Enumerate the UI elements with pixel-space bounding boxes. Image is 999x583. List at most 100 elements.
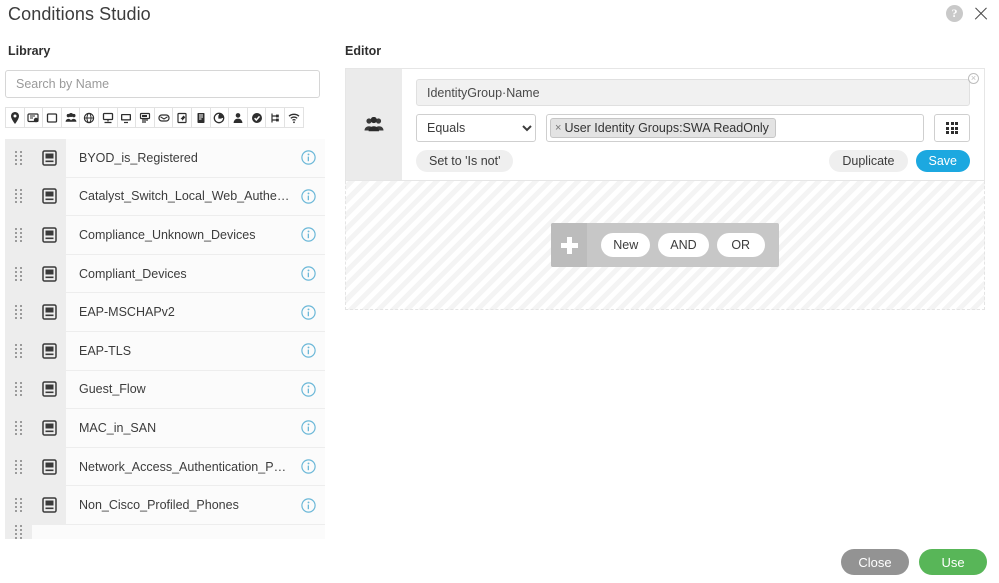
condition-doc-icon xyxy=(41,265,57,282)
library-list-item[interactable]: Guest_Flow xyxy=(5,370,325,410)
drag-handle-icon[interactable] xyxy=(5,139,32,177)
monitor-icon[interactable] xyxy=(116,107,137,128)
info-icon[interactable] xyxy=(291,382,325,397)
remove-condition-icon[interactable]: × xyxy=(968,73,979,84)
person-identity-icon[interactable] xyxy=(228,107,248,128)
save-button[interactable]: Save xyxy=(915,150,970,172)
info-icon[interactable] xyxy=(291,304,325,320)
drag-handle-icon[interactable] xyxy=(5,293,32,331)
search-input[interactable] xyxy=(5,70,320,98)
drag-handle-icon[interactable] xyxy=(5,216,32,254)
printer-icon[interactable] xyxy=(135,107,155,128)
library-item-label: Compliant_Devices xyxy=(79,266,187,281)
drag-handle-icon[interactable] xyxy=(5,486,32,524)
condition-doc-icon xyxy=(32,254,66,293)
condition-doc-icon xyxy=(32,139,66,177)
envelope-mail-icon[interactable] xyxy=(153,107,174,128)
grip-dots xyxy=(15,459,22,474)
document-note-icon[interactable] xyxy=(172,107,192,128)
condition-doc-icon xyxy=(32,486,66,524)
wifi-signal-icon[interactable] xyxy=(283,107,304,128)
close-icon[interactable] xyxy=(972,5,989,22)
library-list-item[interactable]: EAP-MSCHAPv2 xyxy=(5,293,325,332)
info-icon[interactable] xyxy=(291,189,325,204)
info-icon[interactable] xyxy=(291,227,325,243)
info-icon[interactable] xyxy=(291,420,325,436)
duplicate-button[interactable]: Duplicate xyxy=(829,150,908,172)
device-registration-icon[interactable] xyxy=(23,107,44,128)
close-button[interactable]: Close xyxy=(841,549,909,575)
add-option-or[interactable]: OR xyxy=(716,233,765,257)
add-option-new[interactable]: New xyxy=(601,233,651,257)
square-outline-icon[interactable] xyxy=(42,107,62,128)
library-list-item[interactable]: Compliance_Unknown_Devices xyxy=(5,216,325,255)
editor-heading: Editor xyxy=(345,44,382,58)
use-button[interactable]: Use xyxy=(919,549,987,575)
drag-handle-icon[interactable] xyxy=(5,254,32,293)
drag-handle-icon[interactable] xyxy=(5,524,32,539)
library-panel: BYOD_is_Registered Catalyst_Switch_Local_… xyxy=(5,70,325,540)
conditions-studio-dialog: Conditions Studio ? Library Editor BYOD_… xyxy=(0,0,999,583)
clock-time-icon[interactable] xyxy=(209,107,230,128)
library-list[interactable]: BYOD_is_Registered Catalyst_Switch_Local_… xyxy=(5,139,325,539)
library-filter-icon-bar xyxy=(5,107,320,128)
library-list-item[interactable]: Catalyst_Switch_Local_Web_Authentication xyxy=(5,177,325,217)
info-icon[interactable] xyxy=(291,266,325,281)
globe-network-icon[interactable] xyxy=(79,107,99,128)
condition-body: × IdentityGroup·Name EqualsNot EqualsCon… xyxy=(402,69,984,180)
library-list-item[interactable] xyxy=(5,524,325,539)
condition-dropzone[interactable]: New AND OR xyxy=(345,181,985,310)
header-actions: ? xyxy=(946,5,989,22)
token-remove-icon[interactable]: × xyxy=(555,122,561,134)
library-list-item[interactable]: Non_Cisco_Profiled_Phones xyxy=(5,486,325,525)
condition-doc-icon xyxy=(41,150,57,166)
add-condition-options: New AND OR xyxy=(587,223,778,267)
info-icon[interactable] xyxy=(291,150,325,165)
drag-handle-icon[interactable] xyxy=(5,331,32,370)
info-icon xyxy=(300,304,316,320)
grid-picker-icon[interactable] xyxy=(934,114,970,142)
library-item-label: BYOD_is_Registered xyxy=(79,150,198,165)
location-pin-icon[interactable] xyxy=(5,107,25,128)
check-circle-icon[interactable] xyxy=(246,107,267,128)
library-item-label: MAC_in_SAN xyxy=(79,420,157,435)
set-to-is-not-button[interactable]: Set to 'Is not' xyxy=(416,150,514,172)
plus-icon[interactable] xyxy=(551,223,588,267)
value-token[interactable]: × User Identity Groups:SWA ReadOnly xyxy=(550,118,776,138)
grip-dots xyxy=(15,189,22,204)
condition-doc-icon xyxy=(41,343,57,359)
value-token-label: User Identity Groups:SWA ReadOnly xyxy=(564,121,769,135)
info-icon[interactable] xyxy=(291,459,325,474)
operator-select[interactable]: EqualsNot EqualsContainsStarts WithEnds … xyxy=(416,114,536,142)
drag-handle-icon[interactable] xyxy=(5,447,32,486)
library-list-item[interactable]: Network_Access_Authentication_Passed xyxy=(5,447,325,487)
topology-branch-icon[interactable] xyxy=(265,107,285,128)
library-item-label: EAP-MSCHAPv2 xyxy=(79,305,175,320)
library-list-item[interactable]: Compliant_Devices xyxy=(5,254,325,294)
condition-doc-icon xyxy=(41,188,57,205)
condition-doc-icon xyxy=(32,293,66,331)
desktop-network-icon[interactable] xyxy=(97,107,118,128)
server-rack-icon[interactable] xyxy=(190,107,211,128)
drag-handle-icon[interactable] xyxy=(5,177,32,216)
info-icon[interactable] xyxy=(291,343,325,358)
info-icon xyxy=(300,343,316,358)
user-group-icon[interactable] xyxy=(60,107,81,128)
library-list-item[interactable]: BYOD_is_Registered xyxy=(5,139,325,178)
value-field[interactable]: × User Identity Groups:SWA ReadOnly xyxy=(546,114,924,142)
library-list-item[interactable]: EAP-TLS xyxy=(5,331,325,371)
drag-handle-icon[interactable] xyxy=(5,370,32,409)
info-icon xyxy=(300,266,316,281)
page-title: Conditions Studio xyxy=(8,4,151,24)
info-icon[interactable] xyxy=(291,497,325,513)
question-help-icon[interactable]: ? xyxy=(946,5,963,22)
library-list-item[interactable]: MAC_in_SAN xyxy=(5,409,325,448)
grip-dots xyxy=(15,227,22,242)
condition-actions-row: Set to 'Is not' Duplicate Save xyxy=(416,150,970,172)
condition-doc-icon xyxy=(41,381,57,398)
library-item-label: EAP-TLS xyxy=(79,343,132,358)
condition-doc-icon xyxy=(32,447,66,486)
drag-handle-icon[interactable] xyxy=(5,409,32,447)
add-option-and[interactable]: AND xyxy=(658,233,709,257)
attribute-field[interactable]: IdentityGroup·Name xyxy=(416,79,970,106)
